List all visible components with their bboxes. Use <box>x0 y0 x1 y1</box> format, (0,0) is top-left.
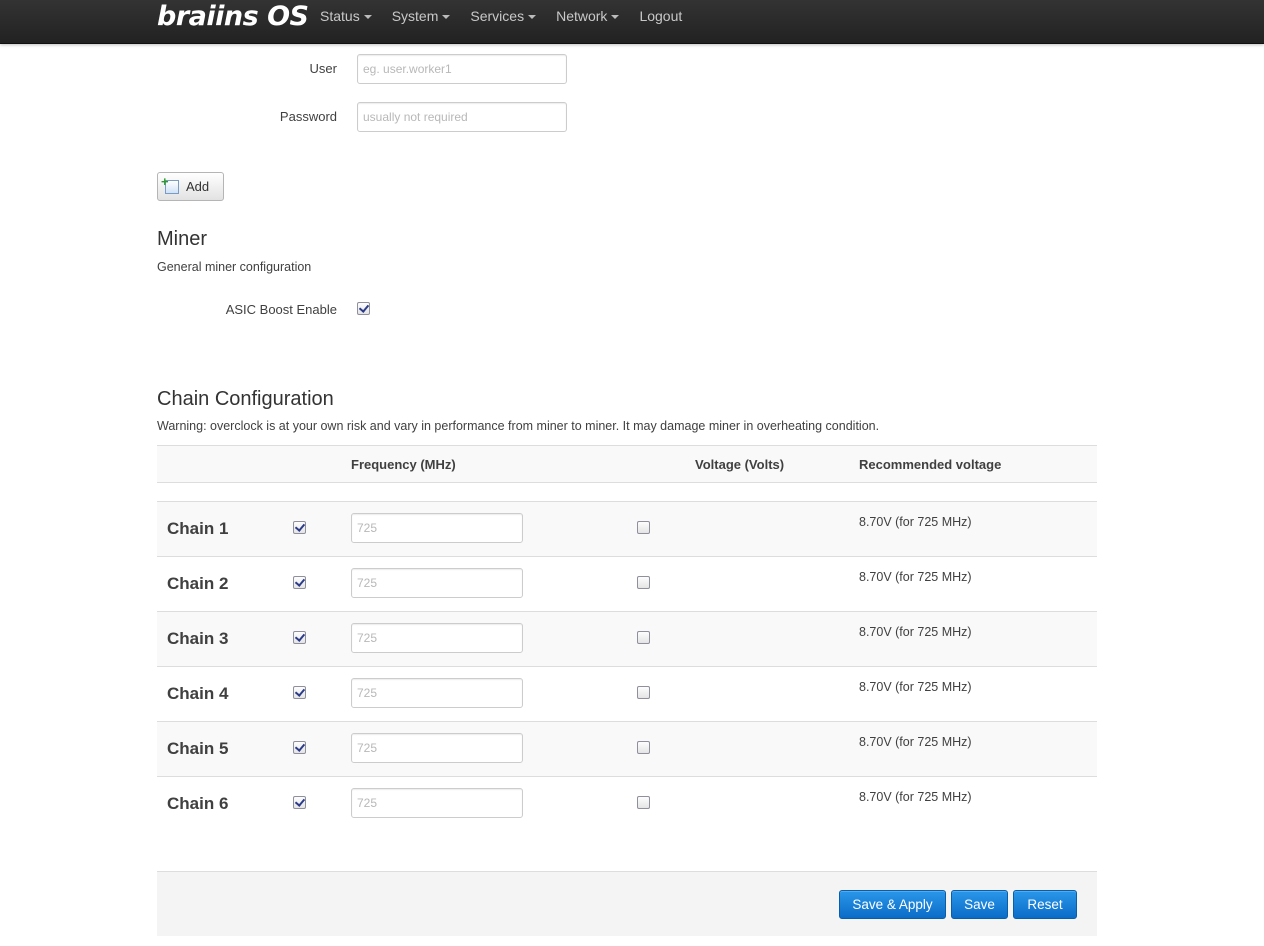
voltage-enable-checkbox[interactable] <box>637 521 650 534</box>
chain-config-title: Chain Configuration <box>157 388 334 410</box>
frequency-enable-checkbox[interactable] <box>293 521 306 534</box>
nav-system-label: System <box>391 8 439 24</box>
table-header: Frequency (MHz) Voltage (Volts) Recommen… <box>157 445 1097 483</box>
chain-row: Chain 5 8.70V (for 725 MHz) <box>157 721 1097 776</box>
caret-down-icon <box>528 15 537 20</box>
frequency-input[interactable] <box>351 733 523 763</box>
add-icon <box>161 174 179 194</box>
miner-section-title: Miner <box>157 228 208 250</box>
form-actions-bar: Save & Apply Save Reset <box>157 871 1097 936</box>
frequency-input[interactable] <box>351 623 523 653</box>
chain-row: Chain 4 8.70V (for 725 MHz) <box>157 666 1097 721</box>
chain-name: Chain 3 <box>167 629 229 648</box>
recommended-voltage: 8.70V (for 725 MHz) <box>859 515 972 529</box>
chain-row: Chain 3 8.70V (for 725 MHz) <box>157 611 1097 666</box>
frequency-input[interactable] <box>351 568 523 598</box>
reset-button[interactable]: Reset <box>1013 890 1077 919</box>
caret-down-icon <box>611 15 620 20</box>
nav-services-label: Services <box>470 8 525 24</box>
nav-system-menu[interactable]: System <box>382 0 461 32</box>
chain-name: Chain 4 <box>167 684 229 703</box>
miner-section-description: General miner configuration <box>157 260 312 274</box>
user-input[interactable] <box>357 54 567 84</box>
chain-name: Chain 1 <box>167 519 229 538</box>
asic-boost-label: ASIC Boost Enable <box>225 302 337 317</box>
frequency-input[interactable] <box>351 788 523 818</box>
overclock-warning: Warning: overclock is at your own risk a… <box>157 419 880 433</box>
main-nav: Status System Services Network Logout <box>310 0 692 32</box>
asic-boost-checkbox[interactable] <box>357 302 370 315</box>
nav-services-menu[interactable]: Services <box>460 0 546 32</box>
nav-logout-link[interactable]: Logout <box>629 0 692 32</box>
save-apply-button[interactable]: Save & Apply <box>839 890 946 919</box>
voltage-enable-checkbox[interactable] <box>637 796 650 809</box>
chain-name: Chain 5 <box>167 739 229 758</box>
recommended-voltage: 8.70V (for 725 MHz) <box>859 625 972 639</box>
top-navbar: braiins OS Status System Services Networ… <box>0 0 1264 44</box>
frequency-input[interactable] <box>351 678 523 708</box>
voltage-enable-checkbox[interactable] <box>637 631 650 644</box>
chain-row: Chain 6 8.70V (for 725 MHz) <box>157 776 1097 831</box>
recommended-voltage: 8.70V (for 725 MHz) <box>859 735 972 749</box>
password-label: Password <box>279 109 337 124</box>
add-pool-button[interactable]: Add <box>157 172 224 201</box>
add-button-label: Add <box>186 179 210 194</box>
recommended-voltage: 8.70V (for 725 MHz) <box>859 790 972 804</box>
voltage-enable-checkbox[interactable] <box>637 576 650 589</box>
chain-row: Chain 1 8.70V (for 725 MHz) <box>157 501 1097 556</box>
voltage-column-header: Voltage (Volts) <box>695 457 785 472</box>
nav-status-menu[interactable]: Status <box>310 0 382 32</box>
frequency-enable-checkbox[interactable] <box>293 686 306 699</box>
caret-down-icon <box>363 15 372 20</box>
frequency-enable-checkbox[interactable] <box>293 796 306 809</box>
chain-name: Chain 2 <box>167 574 229 593</box>
save-button[interactable]: Save <box>951 890 1008 919</box>
frequency-enable-checkbox[interactable] <box>293 741 306 754</box>
nav-logout-label: Logout <box>639 8 683 24</box>
voltage-enable-checkbox[interactable] <box>637 741 650 754</box>
frequency-enable-checkbox[interactable] <box>293 631 306 644</box>
nav-network-label: Network <box>556 8 608 24</box>
caret-down-icon <box>442 15 451 20</box>
frequency-column-header: Frequency (MHz) <box>351 457 456 472</box>
recommended-voltage-column-header: Recommended voltage <box>859 457 1002 472</box>
user-label: User <box>309 61 337 76</box>
frequency-input[interactable] <box>351 513 523 543</box>
recommended-voltage: 8.70V (for 725 MHz) <box>859 680 972 694</box>
recommended-voltage: 8.70V (for 725 MHz) <box>859 570 972 584</box>
voltage-enable-checkbox[interactable] <box>637 686 650 699</box>
nav-status-label: Status <box>320 8 360 24</box>
chain-row: Chain 2 8.70V (for 725 MHz) <box>157 556 1097 611</box>
brand-logo[interactable]: braiins OS <box>157 1 309 32</box>
chain-name: Chain 6 <box>167 794 229 813</box>
password-input[interactable] <box>357 102 567 132</box>
nav-network-menu[interactable]: Network <box>546 0 629 32</box>
frequency-enable-checkbox[interactable] <box>293 576 306 589</box>
